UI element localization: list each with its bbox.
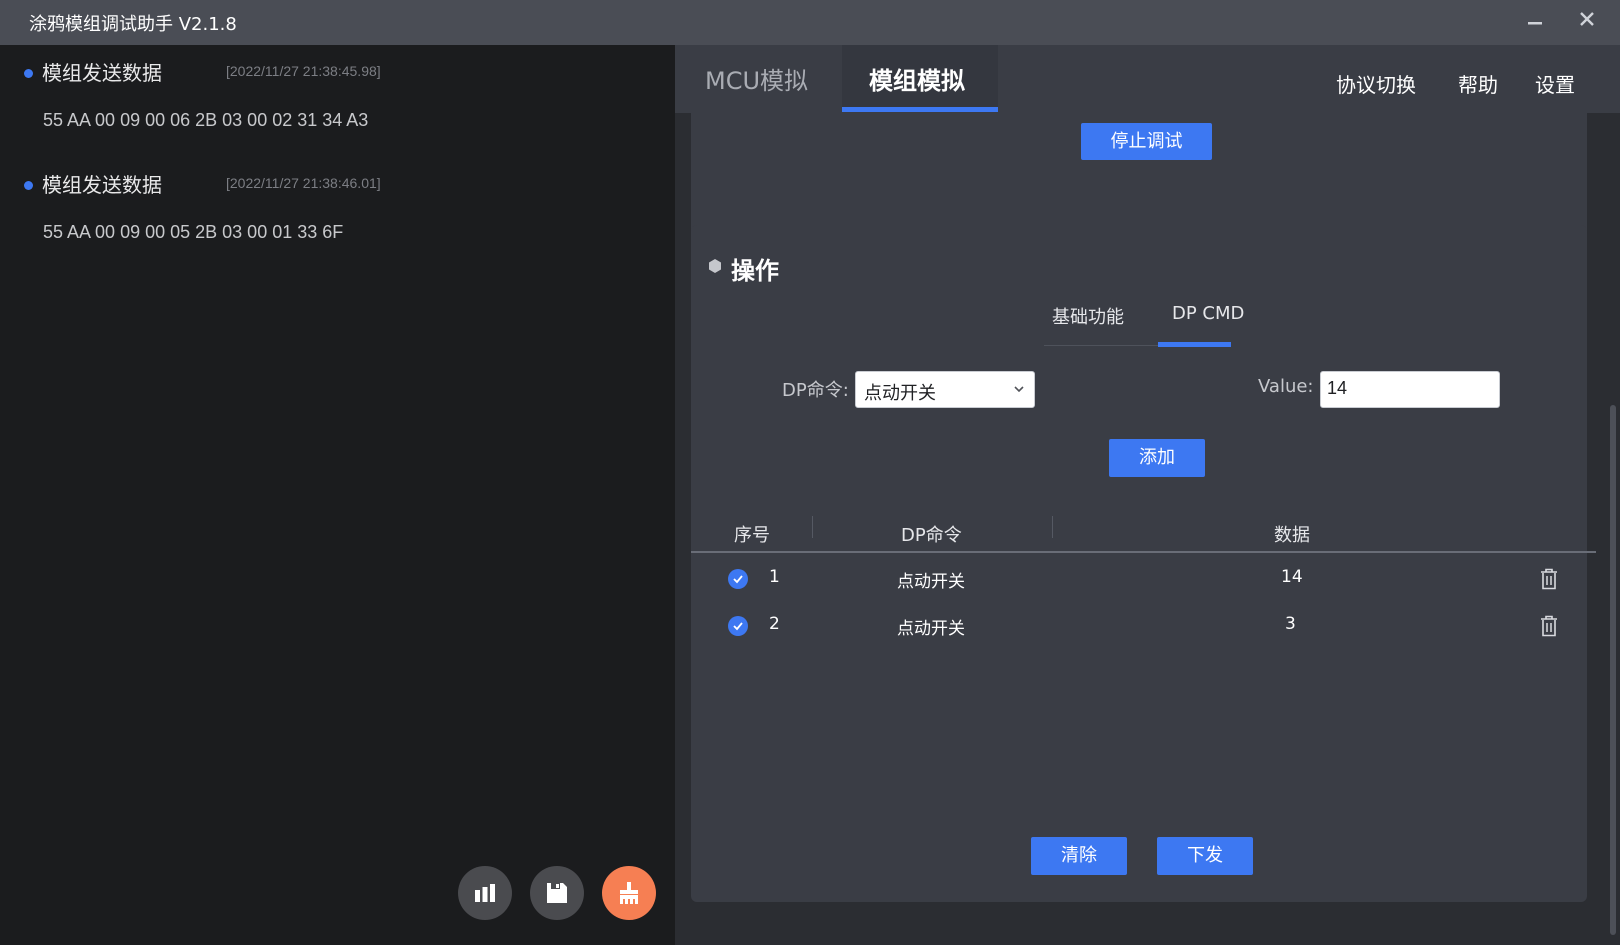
save-icon bbox=[547, 883, 567, 903]
column-header-data: 数据 bbox=[1274, 525, 1310, 546]
minimize-icon[interactable] bbox=[1520, 8, 1550, 38]
log-data: 55 AA 00 09 00 05 2B 03 00 01 33 6F bbox=[43, 222, 344, 242]
table-row[interactable]: 1 点动开关 14 bbox=[691, 555, 1596, 601]
row-checkbox[interactable] bbox=[728, 616, 748, 636]
log-title: 模组发送数据 bbox=[42, 61, 162, 85]
statistics-button[interactable] bbox=[458, 866, 512, 920]
dp-command-label: DP命令: bbox=[782, 380, 849, 401]
trash-icon[interactable] bbox=[1540, 615, 1558, 637]
active-subtab-indicator bbox=[1158, 342, 1231, 347]
tab-module-simulation[interactable]: 模组模拟 bbox=[869, 61, 965, 96]
section-title: 操作 bbox=[731, 257, 779, 285]
log-bullet-icon bbox=[24, 69, 33, 78]
app-window: 涂鸦模组调试助手 V2.1.8 模组发送数据 [2022/11/27 21:38… bbox=[0, 0, 1620, 945]
row-index: 1 bbox=[769, 567, 780, 587]
dp-command-selected: 点动开关 bbox=[864, 383, 936, 404]
send-button[interactable]: 下发 bbox=[1157, 837, 1253, 875]
main-tabs: MCU模拟 模组模拟 协议切换 帮助 设置 bbox=[675, 45, 1620, 113]
row-data: 3 bbox=[1285, 614, 1296, 634]
tab-basic-functions[interactable]: 基础功能 bbox=[1052, 303, 1124, 329]
log-bullet-icon bbox=[24, 181, 33, 190]
row-checkbox[interactable] bbox=[728, 569, 748, 589]
add-button[interactable]: 添加 bbox=[1109, 439, 1205, 477]
settings-menu[interactable]: 设置 bbox=[1535, 69, 1575, 98]
save-log-button[interactable] bbox=[530, 866, 584, 920]
active-tab-indicator bbox=[842, 107, 998, 112]
clear-log-button[interactable] bbox=[602, 866, 656, 920]
simulation-panel: MCU模拟 模组模拟 协议切换 帮助 设置 停止调试 操作 基础功能 DP CM… bbox=[675, 45, 1620, 945]
row-dp: 点动开关 bbox=[897, 572, 965, 592]
chevron-down-icon bbox=[1014, 386, 1024, 393]
row-data: 14 bbox=[1281, 567, 1303, 587]
log-entry: 模组发送数据 [2022/11/27 21:38:45.98] 55 AA 00… bbox=[0, 45, 675, 145]
operation-card: 操作 基础功能 DP CMD DP命令: 点动开关 Value: 14 添加 序… bbox=[691, 225, 1596, 902]
check-icon bbox=[733, 622, 743, 631]
close-icon[interactable] bbox=[1572, 8, 1602, 38]
protocol-switch-menu[interactable]: 协议切换 bbox=[1336, 69, 1416, 98]
debug-card: 停止调试 bbox=[691, 113, 1587, 239]
title-bar: 涂鸦模组调试助手 V2.1.8 bbox=[0, 0, 1620, 45]
window-title: 涂鸦模组调试助手 V2.1.8 bbox=[29, 14, 237, 35]
trash-icon[interactable] bbox=[1540, 568, 1558, 590]
scrollbar[interactable] bbox=[1610, 405, 1616, 935]
tab-dp-cmd[interactable]: DP CMD bbox=[1172, 303, 1244, 324]
stop-debug-button[interactable]: 停止调试 bbox=[1081, 123, 1212, 160]
column-header-dp: DP命令 bbox=[901, 525, 962, 546]
dp-command-select[interactable]: 点动开关 bbox=[855, 371, 1035, 408]
log-entry: 模组发送数据 [2022/11/27 21:38:46.01] 55 AA 00… bbox=[0, 157, 675, 257]
value-input[interactable]: 14 bbox=[1320, 371, 1500, 408]
value-label: Value: bbox=[1258, 376, 1314, 397]
clear-brush-icon bbox=[620, 882, 638, 904]
help-menu[interactable]: 帮助 bbox=[1458, 69, 1498, 98]
log-timestamp: [2022/11/27 21:38:46.01] bbox=[226, 175, 381, 191]
log-data: 55 AA 00 09 00 06 2B 03 00 02 31 34 A3 bbox=[43, 110, 369, 130]
bar-chart-icon bbox=[475, 884, 495, 902]
log-timestamp: [2022/11/27 21:38:45.98] bbox=[226, 63, 381, 79]
hexagon-icon bbox=[709, 259, 721, 273]
row-index: 2 bbox=[769, 614, 780, 634]
log-title: 模组发送数据 bbox=[42, 173, 162, 197]
column-header-index: 序号 bbox=[734, 525, 770, 546]
log-panel[interactable]: 模组发送数据 [2022/11/27 21:38:45.98] 55 AA 00… bbox=[0, 45, 675, 945]
check-icon bbox=[733, 575, 743, 584]
clear-button[interactable]: 清除 bbox=[1031, 837, 1127, 875]
row-dp: 点动开关 bbox=[897, 619, 965, 639]
tab-mcu-simulation[interactable]: MCU模拟 bbox=[705, 61, 808, 96]
table-row[interactable]: 2 点动开关 3 bbox=[691, 602, 1596, 648]
